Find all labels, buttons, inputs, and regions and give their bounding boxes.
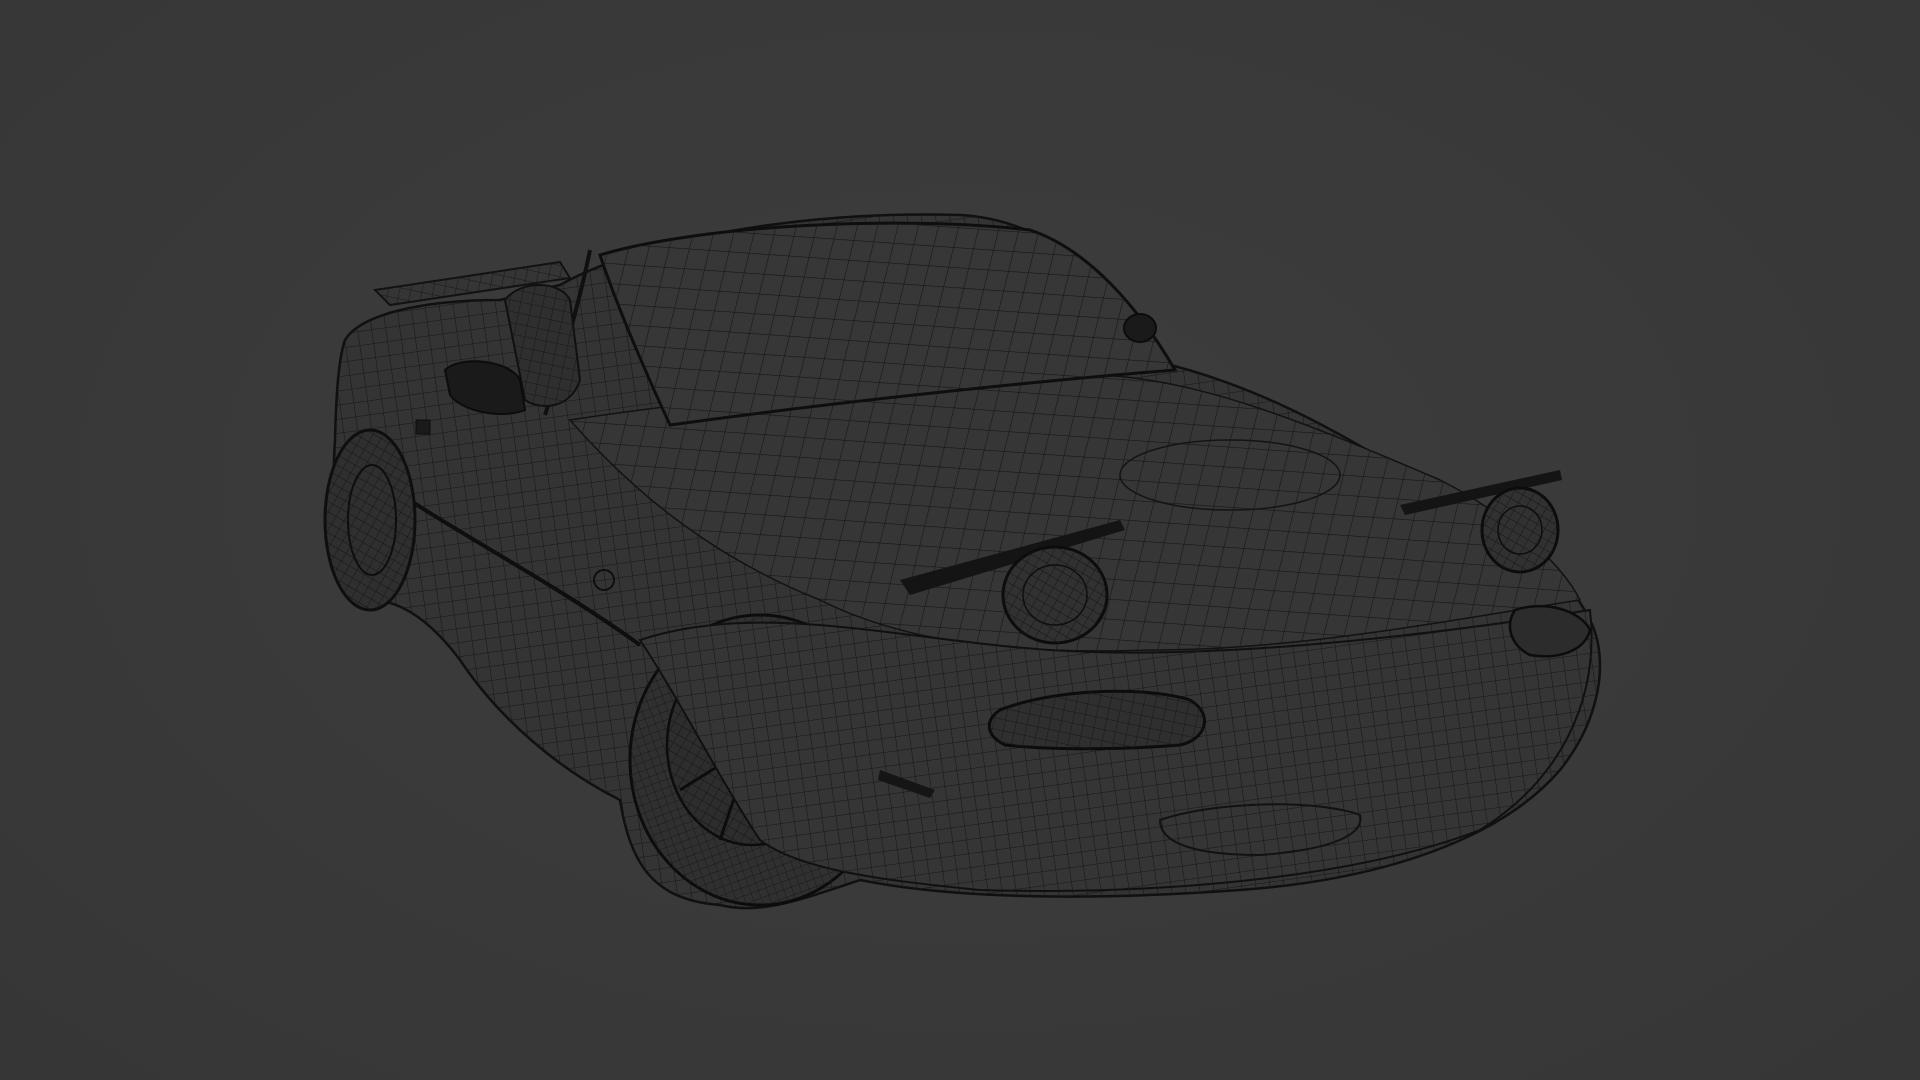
side-mirror <box>1123 313 1157 343</box>
front-bumper <box>638 608 1593 892</box>
rear-wheel <box>323 428 417 612</box>
3d-viewport[interactable] <box>0 0 1920 1080</box>
car-wireframe-model <box>323 213 1602 910</box>
